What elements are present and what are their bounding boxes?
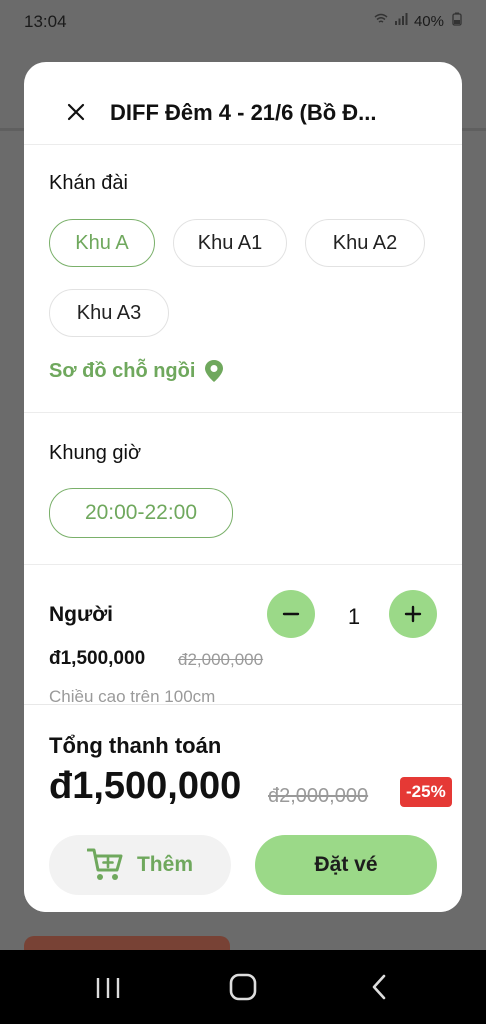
seat-map-link[interactable]: Sơ đồ chỗ ngồi bbox=[49, 359, 225, 383]
seat-map-label: Sơ đồ chỗ ngồi bbox=[49, 359, 196, 382]
time-slot-label: Khung giờ bbox=[49, 442, 142, 464]
nav-home-icon bbox=[229, 973, 257, 1001]
minus-icon bbox=[282, 612, 300, 616]
ticket-price: đ1,500,000 bbox=[49, 648, 146, 669]
wifi-icon bbox=[374, 12, 388, 30]
chip-time-slot[interactable]: 20:00-22:00 bbox=[49, 488, 233, 538]
chip-khu-a[interactable]: Khu A bbox=[49, 219, 155, 267]
checkout-footer: Tổng thanh toán đ1,500,000 đ2,000,000 -2… bbox=[24, 704, 462, 912]
nav-back-icon bbox=[372, 974, 386, 1000]
status-icons: 40% bbox=[374, 12, 464, 30]
add-to-cart-icon bbox=[86, 848, 123, 880]
battery-text: 40% bbox=[413, 12, 444, 30]
ticket-type-label: Người bbox=[49, 603, 113, 626]
total-label: Tổng thanh toán bbox=[49, 733, 222, 758]
chip-khu-a2[interactable]: Khu A2 bbox=[305, 219, 425, 267]
nav-home-button[interactable] bbox=[223, 970, 263, 1006]
discount-badge: -25% bbox=[400, 777, 452, 807]
close-button[interactable] bbox=[62, 98, 90, 126]
location-pin-icon bbox=[205, 360, 224, 382]
add-to-cart-button[interactable]: Thêm bbox=[49, 835, 231, 895]
quantity-value: 1 bbox=[347, 604, 361, 629]
stand-label: Khán đài bbox=[49, 172, 128, 194]
book-ticket-button[interactable]: Đặt vé bbox=[255, 835, 437, 895]
sheet-title: DIFF Đêm 4 - 21/6 (Bồ Đ... bbox=[110, 100, 377, 125]
status-time: 13:04 bbox=[24, 12, 67, 31]
ticket-old-price: đ2,000,000 bbox=[178, 650, 264, 669]
signal-icon bbox=[394, 12, 408, 30]
section-divider bbox=[24, 412, 462, 413]
nav-recents-button[interactable] bbox=[88, 970, 128, 1006]
nav-back-button[interactable] bbox=[360, 970, 400, 1006]
total-old-price: đ2,000,000 bbox=[268, 785, 369, 807]
plus-icon bbox=[404, 605, 422, 623]
sheet-header: DIFF Đêm 4 - 21/6 (Bồ Đ... bbox=[24, 62, 462, 145]
chip-khu-a1[interactable]: Khu A1 bbox=[173, 219, 287, 267]
booking-sheet: DIFF Đêm 4 - 21/6 (Bồ Đ... Khán đài Khu … bbox=[24, 62, 462, 912]
chip-khu-a3[interactable]: Khu A3 bbox=[49, 289, 169, 337]
status-bar: 13:04 40% bbox=[0, 0, 486, 44]
increase-button[interactable] bbox=[389, 590, 437, 638]
total-price: đ1,500,000 bbox=[49, 765, 242, 807]
nav-recents-icon bbox=[96, 978, 120, 998]
decrease-button[interactable] bbox=[267, 590, 315, 638]
battery-icon bbox=[450, 12, 464, 30]
close-icon bbox=[67, 103, 85, 121]
add-label: Thêm bbox=[136, 853, 193, 876]
system-nav-bar bbox=[0, 950, 486, 1024]
section-divider bbox=[24, 564, 462, 565]
